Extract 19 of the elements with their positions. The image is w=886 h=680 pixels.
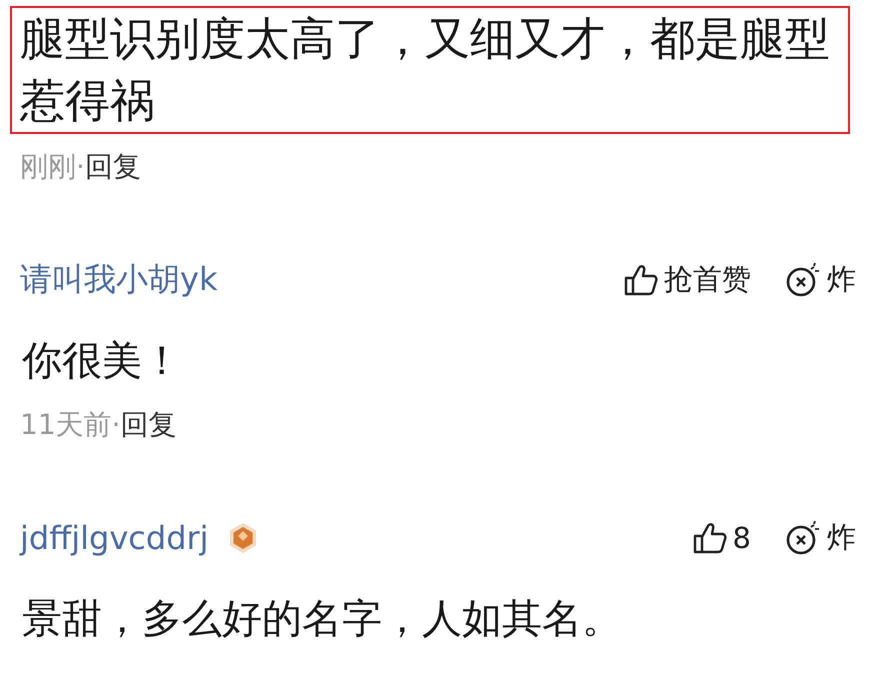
bomb-icon — [785, 521, 821, 555]
bomb-icon — [785, 263, 821, 297]
username[interactable]: jdffjlgvcddrj — [20, 519, 209, 557]
comment-text: 你很美！ — [21, 337, 183, 386]
separator-dot: · — [76, 150, 85, 183]
like-button[interactable]: 抢首赞 — [624, 260, 751, 300]
username[interactable]: 请叫我小胡yk — [20, 258, 218, 302]
thumbs-up-icon — [692, 522, 727, 554]
comment-text: 腿型识别度太高了，又细又才，都是腿型惹得祸 — [10, 6, 850, 134]
separator-dot: · — [112, 408, 121, 441]
bomb-button[interactable]: 炸 — [785, 260, 856, 300]
bomb-button[interactable]: 炸 — [785, 518, 856, 558]
reply-link[interactable]: 回复 — [84, 150, 141, 183]
comment-text: 景甜，多么好的名字，人如其名。 — [21, 595, 623, 644]
like-button[interactable]: 8 — [692, 521, 751, 555]
reply-link[interactable]: 回复 — [120, 408, 177, 441]
thumbs-up-icon — [624, 264, 658, 296]
comment-time: 11天前 — [20, 408, 112, 441]
comment-time: 刚刚 — [20, 150, 76, 183]
